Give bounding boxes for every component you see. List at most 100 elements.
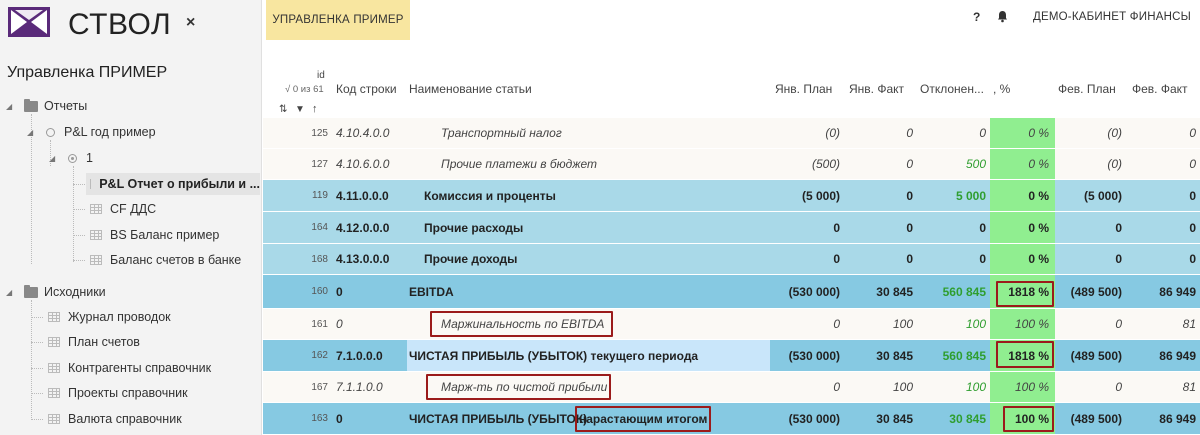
cell-pct: 0 % <box>990 118 1055 148</box>
row-id: 125 <box>311 127 328 139</box>
folder-icon <box>24 98 38 112</box>
col-header-jan-plan[interactable]: Янв. План <box>775 82 832 96</box>
tree-line <box>31 342 43 343</box>
col-header-deviation[interactable]: Отклонен... <box>920 82 984 96</box>
tree-item-pl-year[interactable]: P&L год пример <box>46 121 156 143</box>
cell-feb-fact: 81 <box>1182 380 1196 394</box>
col-header-pct[interactable]: , % <box>993 82 1010 96</box>
table-icon <box>48 337 60 347</box>
cell-jan-plan: (530 000) <box>788 411 840 426</box>
table-row[interactable]: 161 0 Маржинальность по EBITDA 0 100 100 100 %… <box>263 309 1200 340</box>
tree-label: Проекты справочник <box>68 386 188 400</box>
row-id: 160 <box>311 286 328 297</box>
col-header-code[interactable]: Код строки <box>336 82 397 96</box>
cell-jan-fact: 0 <box>906 157 913 171</box>
collapse-icon[interactable]: ◢ <box>6 288 12 297</box>
cell-jan-plan: 0 <box>833 317 840 331</box>
cell-feb-fact: 0 <box>1189 157 1196 171</box>
table-row[interactable]: 167 7.1.1.0.0 Марж-ть по чистой прибыли 0 10… <box>263 372 1200 403</box>
cell-deviation: 30 845 <box>949 411 986 426</box>
tree-line <box>31 317 43 318</box>
tree-label: 1 <box>86 151 93 165</box>
tree-label: CF ДДС <box>110 202 157 216</box>
tree-folder-sources[interactable]: Исходники <box>24 281 106 303</box>
col-header-feb-plan[interactable]: Фев. План <box>1058 82 1116 96</box>
cell-jan-plan: 0 <box>833 252 840 266</box>
help-icon[interactable]: ? <box>973 10 980 24</box>
sidebar: СТВОЛ × Управленка ПРИМЕР ◢ Отчеты ◢ P&L… <box>0 0 262 435</box>
cell-feb-plan: (489 500) <box>1070 411 1122 426</box>
tree-label: P&L Отчет о прибыли и ... <box>99 177 260 191</box>
tree-item-accounts[interactable]: План счетов <box>48 331 140 353</box>
filter-icon[interactable]: ▼ <box>295 104 305 115</box>
tree-item-bs[interactable]: BS Баланс пример <box>90 224 219 246</box>
table-row[interactable]: 163 0 ЧИСТАЯ ПРИБЫЛЬ (УБЫТОК) нарастающим и… <box>263 403 1200 435</box>
row-id: 119 <box>312 190 328 201</box>
tree-item-bank[interactable]: Баланс счетов в банке <box>90 249 241 271</box>
table-row[interactable]: 127 4.10.6.0.0 Прочие платежи в бюджет (500… <box>263 149 1200 180</box>
tree-item-contractors[interactable]: Контрагенты справочник <box>48 357 211 379</box>
table-row[interactable]: 164 4.12.0.0.0 Прочие расходы 0 0 0 0 % 0 0 <box>263 212 1200 244</box>
row-id: 161 <box>311 318 328 330</box>
cell-jan-plan: (0) <box>825 126 840 140</box>
cell-feb-fact: 0 <box>1189 252 1196 266</box>
tree-item-pl-report[interactable]: P&L Отчет о прибыли и ... <box>86 173 260 195</box>
table-icon <box>48 388 60 398</box>
cell-feb-plan: (5 000) <box>1083 188 1122 203</box>
tree-line <box>73 260 85 261</box>
row-name: Прочие платежи в бюджет <box>441 157 598 171</box>
cell-deviation: 0 <box>979 252 986 266</box>
col-header-feb-fact[interactable]: Фев. Факт <box>1132 82 1188 96</box>
bell-icon[interactable] <box>997 10 1008 23</box>
tree-line <box>73 184 85 185</box>
cell-pct: 0 % <box>990 180 1055 211</box>
cell-feb-plan: (489 500) <box>1070 284 1122 299</box>
cell-deviation: 100 <box>965 317 986 331</box>
tree-item-version[interactable]: 1 <box>68 147 93 169</box>
collapse-icon[interactable]: ◢ <box>27 128 33 137</box>
row-code: 7.1.1.0.0 <box>336 380 383 394</box>
cell-jan-fact: 0 <box>906 188 913 203</box>
tree-item-projects[interactable]: Проекты справочник <box>48 382 188 404</box>
tree-item-journal[interactable]: Журнал проводок <box>48 306 171 328</box>
tree-label: Отчеты <box>44 99 88 113</box>
row-name: EBITDA <box>409 284 454 299</box>
collapse-icon[interactable]: ◢ <box>49 154 55 163</box>
table-row[interactable]: 160 0 EBITDA (530 000) 30 845 560 845 1818 % (4… <box>263 275 1200 309</box>
cell-jan-fact: 30 845 <box>876 284 913 299</box>
col-header-id[interactable]: id <box>317 70 325 81</box>
table-row[interactable]: 125 4.10.4.0.0 Транспортный налог (0) 0 0 0 % (… <box>263 118 1200 149</box>
tree-folder-reports[interactable]: Отчеты <box>24 95 87 117</box>
report-name: Управленка ПРИМЕР <box>7 64 168 81</box>
tab-report[interactable]: УПРАВЛЕНКА ПРИМЕР <box>266 0 410 40</box>
cell-feb-fact: 0 <box>1189 126 1196 140</box>
tree-label: Баланс счетов в банке <box>110 253 242 267</box>
cell-jan-plan: 0 <box>833 380 840 394</box>
tree-item-currency[interactable]: Валюта справочник <box>48 408 182 430</box>
collapse-icon[interactable]: ◢ <box>6 102 12 111</box>
arrow-up-icon[interactable]: ↑ <box>312 103 318 115</box>
row-id: 163 <box>311 413 328 424</box>
col-header-name[interactable]: Наименование статьи <box>409 82 532 96</box>
row-code: 4.13.0.0.0 <box>336 252 390 266</box>
tree-label: Журнал проводок <box>68 310 171 324</box>
table-row[interactable]: 168 4.13.0.0.0 Прочие доходы 0 0 0 0 % 0 0 <box>263 244 1200 275</box>
row-name: ЧИСТАЯ ПРИБЫЛЬ (УБЫТОК) <box>409 411 588 426</box>
table-row[interactable]: 119 4.11.0.0.0 Комиссия и проценты (5 000) 0… <box>263 180 1200 212</box>
cell-feb-plan: 0 <box>1115 317 1122 331</box>
cell-feb-plan: (0) <box>1107 157 1122 171</box>
cell-feb-fact: 86 949 <box>1159 411 1196 426</box>
table-icon <box>48 363 60 373</box>
table-row[interactable]: 162 7.1.0.0.0 ЧИСТАЯ ПРИБЫЛЬ (УБЫТОК) теку… <box>263 340 1200 372</box>
tree-item-cf[interactable]: CF ДДС <box>90 198 156 220</box>
sort-icon[interactable]: ⇅ <box>279 104 287 115</box>
row-code: 0 <box>336 317 343 331</box>
row-name: ЧИСТАЯ ПРИБЫЛЬ (УБЫТОК) текущего периода <box>409 348 699 363</box>
account-name[interactable]: ДЕМО-КАБИНЕТ ФИНАНСЫ <box>1033 11 1191 23</box>
col-header-jan-fact[interactable]: Янв. Факт <box>849 82 904 96</box>
table-icon <box>90 204 102 214</box>
cell-jan-plan: 0 <box>833 220 840 235</box>
close-icon[interactable]: × <box>186 14 195 32</box>
logo-icon <box>8 7 50 37</box>
highlight-box <box>996 281 1054 307</box>
